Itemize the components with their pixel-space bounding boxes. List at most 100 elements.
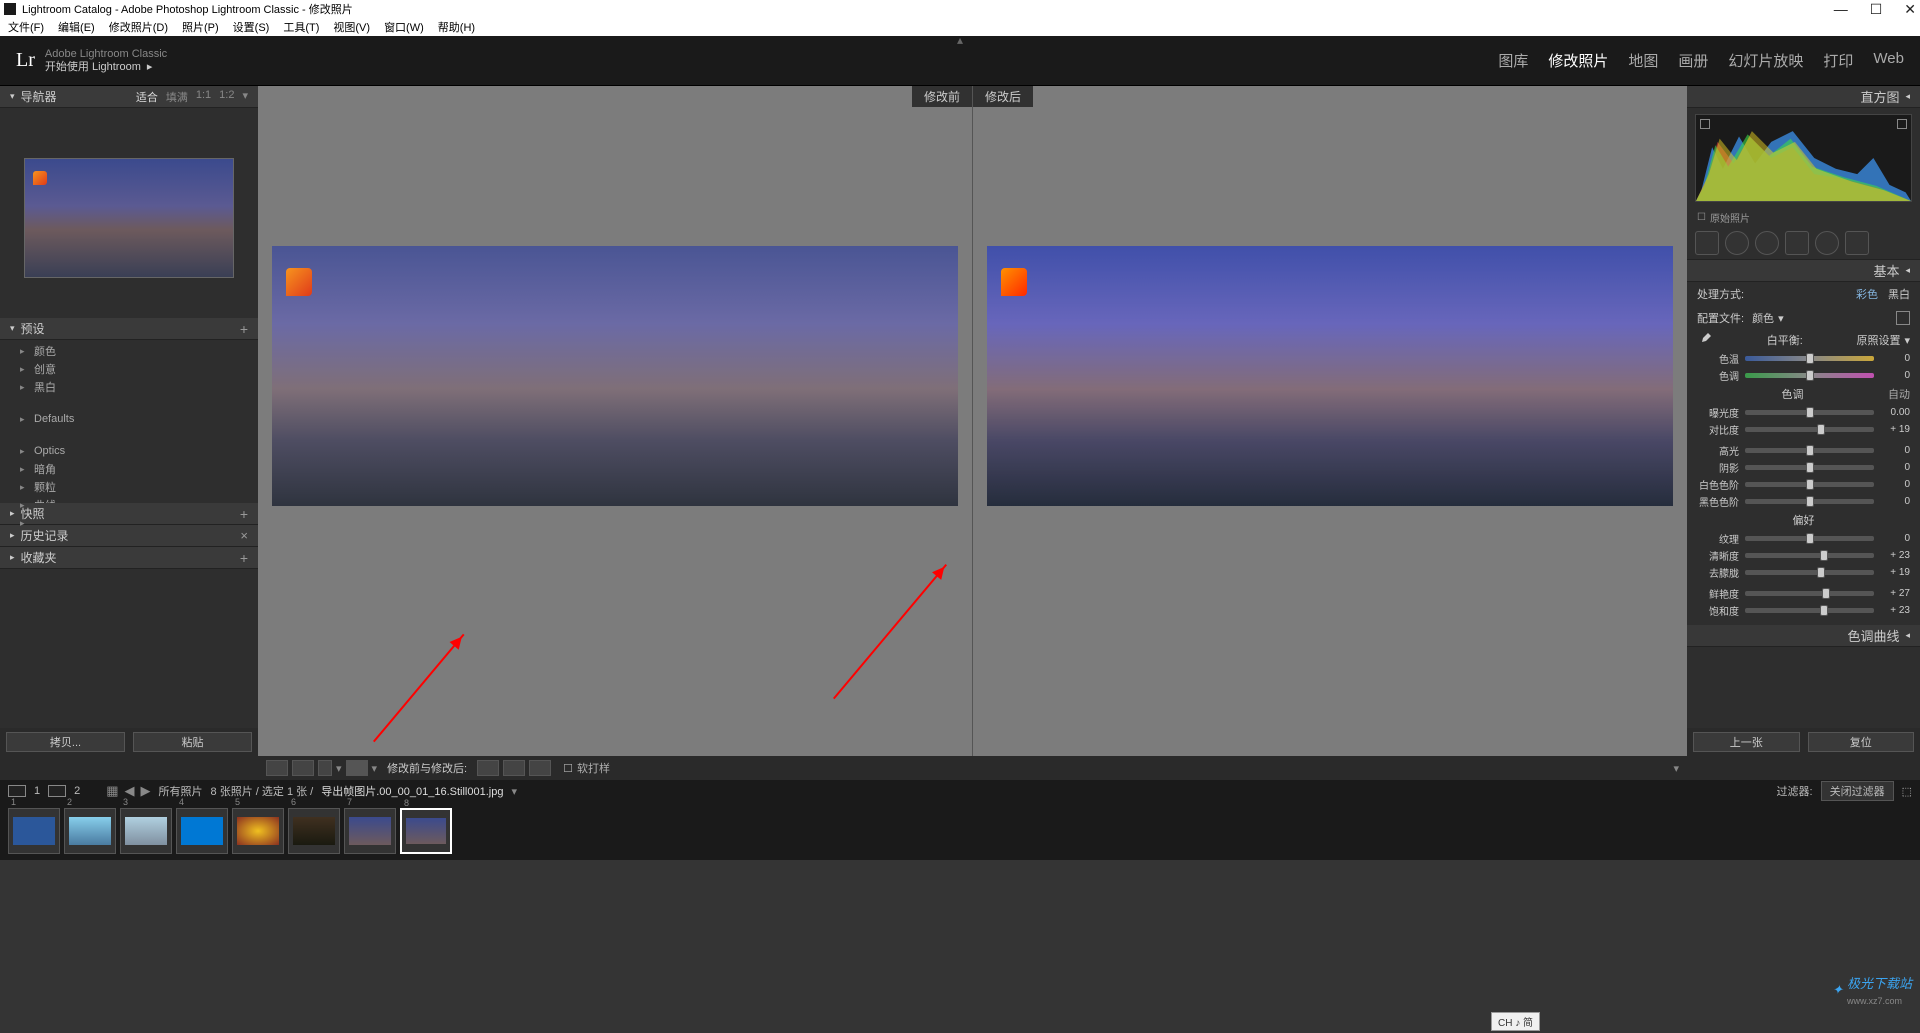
preset-item[interactable]: 黑白 — [0, 378, 258, 396]
dropdown-icon[interactable]: ▾ — [336, 762, 342, 775]
filmstrip-thumb[interactable]: 7 — [344, 808, 396, 854]
preset-item[interactable]: 曲线 — [0, 496, 258, 503]
filmstrip-thumb[interactable]: 1 — [8, 808, 60, 854]
clear-icon[interactable]: × — [240, 528, 248, 543]
menu-develop[interactable]: 修改照片(D) — [109, 19, 168, 35]
top-expander-icon[interactable]: ▴ — [957, 33, 963, 47]
histogram[interactable] — [1695, 114, 1912, 202]
maximize-button[interactable]: ☐ — [1870, 1, 1883, 18]
filter-lock-icon[interactable]: ⬚ — [1902, 785, 1912, 798]
copy-button[interactable]: 拷贝... — [6, 732, 125, 752]
texture-slider[interactable]: 纹理0 — [1687, 530, 1920, 547]
reset-button[interactable]: 复位 — [1808, 732, 1915, 752]
graduated-tool[interactable] — [1785, 231, 1809, 255]
paste-button[interactable]: 粘贴 — [133, 732, 252, 752]
chevron-down-icon[interactable]: ▾ — [242, 89, 248, 105]
menu-file[interactable]: 文件(F) — [8, 19, 44, 35]
dehaze-slider[interactable]: 去朦胧+ 19 — [1687, 564, 1920, 581]
softproof-toggle[interactable]: ☐ 软打样 — [563, 760, 610, 776]
presets-header[interactable]: ▾ 预设 + — [0, 318, 258, 340]
before-after-lr-button[interactable] — [292, 760, 314, 776]
module-develop[interactable]: 修改照片 — [1548, 50, 1608, 71]
dropdown-icon[interactable]: ▾ — [372, 762, 378, 775]
history-header[interactable]: ▸ 历史记录 × — [0, 525, 258, 547]
snapshots-header[interactable]: ▸ 快照 + — [0, 503, 258, 525]
histogram-header[interactable]: 直方图 ◂ — [1687, 86, 1920, 108]
zoom-fit[interactable]: 适合 — [136, 89, 158, 105]
contrast-slider[interactable]: 对比度+ 19 — [1687, 421, 1920, 438]
preset-item[interactable]: Optics — [0, 442, 258, 460]
filmstrip-thumb[interactable]: 2 — [64, 808, 116, 854]
filmstrip-thumb[interactable]: 5 — [232, 808, 284, 854]
temp-slider[interactable]: 色温0 — [1687, 350, 1920, 367]
eyedropper-icon[interactable] — [1697, 332, 1713, 348]
monitor-2-button[interactable] — [48, 785, 66, 797]
before-after-split-button[interactable] — [318, 760, 332, 776]
module-book[interactable]: 画册 — [1678, 50, 1708, 71]
basic-header[interactable]: 基本 ◂ — [1687, 260, 1920, 282]
exposure-slider[interactable]: 曝光度0.00 — [1687, 404, 1920, 421]
preset-item[interactable]: 颜色 — [0, 342, 258, 360]
tonecurve-header[interactable]: 色调曲线 ◂ — [1687, 625, 1920, 647]
zoom-1to1[interactable]: 1:1 — [196, 89, 211, 105]
tagline-line2[interactable]: 开始使用 Lightroom — [45, 61, 141, 73]
preset-item[interactable]: 颗粒 — [0, 478, 258, 496]
crop-tool[interactable] — [1695, 231, 1719, 255]
menu-window[interactable]: 窗口(W) — [384, 19, 424, 35]
preset-item[interactable]: 暗角 — [0, 460, 258, 478]
preset-item[interactable]: 创意 — [0, 360, 258, 378]
filmstrip[interactable]: 1 2 3 4 5 6 7 8 — [0, 802, 1920, 860]
nav-fwd-icon[interactable]: ▶ — [141, 783, 151, 799]
navigator-header[interactable]: ▾ 导航器 适合 填满 1:1 1:2 ▾ — [0, 86, 258, 108]
swap-button[interactable] — [477, 760, 499, 776]
shadows-slider[interactable]: 阴影0 — [1687, 459, 1920, 476]
menu-tools[interactable]: 工具(T) — [283, 19, 319, 35]
brush-tool[interactable] — [1845, 231, 1869, 255]
before-after-yy-button[interactable] — [346, 760, 368, 776]
menu-edit[interactable]: 编辑(E) — [58, 19, 95, 35]
menu-help[interactable]: 帮助(H) — [438, 19, 475, 35]
minimize-button[interactable]: — — [1834, 1, 1848, 18]
filmstrip-thumb[interactable]: 3 — [120, 808, 172, 854]
navigator-preview[interactable] — [24, 158, 234, 278]
highlights-slider[interactable]: 高光0 — [1687, 442, 1920, 459]
blacks-slider[interactable]: 黑色色阶0 — [1687, 493, 1920, 510]
filmstrip-thumb[interactable]: 8 — [400, 808, 452, 854]
module-web[interactable]: Web — [1873, 50, 1904, 71]
loupe-view-button[interactable] — [266, 760, 288, 776]
menu-settings[interactable]: 设置(S) — [233, 19, 270, 35]
module-print[interactable]: 打印 — [1823, 50, 1853, 71]
ime-indicator[interactable]: CH ♪ 简 — [1491, 1012, 1540, 1031]
filter-select[interactable]: 关闭过滤器 — [1821, 781, 1894, 801]
spot-tool[interactable] — [1725, 231, 1749, 255]
module-map[interactable]: 地图 — [1628, 50, 1658, 71]
tint-slider[interactable]: 色调0 — [1687, 367, 1920, 384]
wb-select[interactable]: 原照设置 ▾ — [1856, 332, 1910, 348]
grid-icon[interactable]: ▦ — [106, 783, 118, 799]
previous-button[interactable]: 上一张 — [1693, 732, 1800, 752]
redeye-tool[interactable] — [1755, 231, 1779, 255]
copy-before-button[interactable] — [503, 760, 525, 776]
saturation-slider[interactable]: 饱和度+ 23 — [1687, 602, 1920, 619]
module-slideshow[interactable]: 幻灯片放映 — [1728, 50, 1803, 71]
treatment-bw[interactable]: 黑白 — [1888, 286, 1910, 302]
chevron-down-icon[interactable]: ▾ — [511, 785, 517, 798]
zoom-custom[interactable]: 1:2 — [219, 89, 234, 105]
module-library[interactable]: 图库 — [1498, 50, 1528, 71]
auto-tone-button[interactable]: 自动 — [1888, 386, 1910, 402]
preset-item[interactable]: Defaults — [0, 410, 258, 428]
menu-photo[interactable]: 照片(P) — [182, 19, 219, 35]
menu-view[interactable]: 视图(V) — [333, 19, 370, 35]
radial-tool[interactable] — [1815, 231, 1839, 255]
toolbar-menu-icon[interactable]: ▾ — [1673, 762, 1679, 775]
filmstrip-thumb[interactable]: 6 — [288, 808, 340, 854]
plus-icon[interactable]: + — [240, 321, 248, 337]
vibrance-slider[interactable]: 鲜艳度+ 27 — [1687, 585, 1920, 602]
original-photo-toggle[interactable]: ☐ 原始照片 — [1687, 208, 1920, 227]
copy-after-button[interactable] — [529, 760, 551, 776]
clarity-slider[interactable]: 清晰度+ 23 — [1687, 547, 1920, 564]
treatment-color[interactable]: 彩色 — [1856, 286, 1878, 302]
close-button[interactable]: ✕ — [1904, 1, 1916, 18]
profile-browser-icon[interactable] — [1896, 311, 1910, 325]
zoom-fill[interactable]: 填满 — [166, 89, 188, 105]
